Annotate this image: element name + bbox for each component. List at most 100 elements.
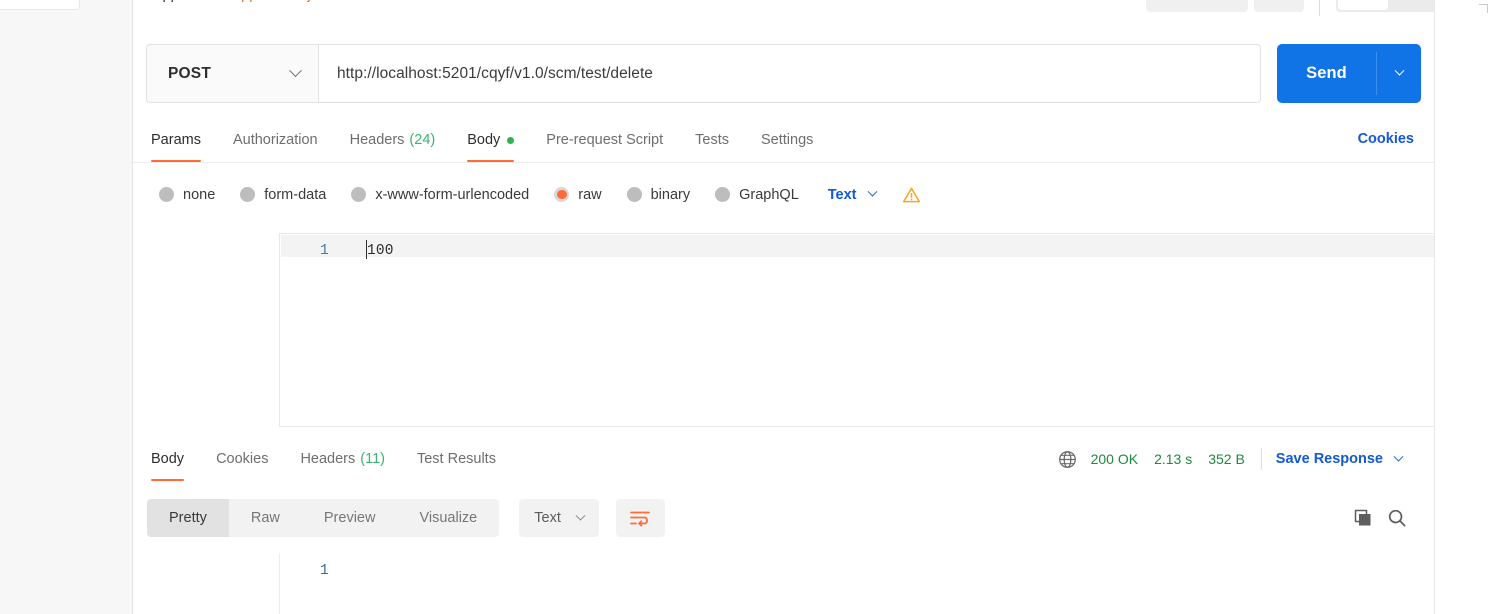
- chevron-down-icon: [867, 186, 877, 197]
- response-body-viewer[interactable]: 1: [279, 553, 1495, 614]
- pencil-icon[interactable]: ✎: [1352, 0, 1365, 2]
- http-method-label: POST: [168, 64, 212, 82]
- save-response-label: Save Response: [1275, 451, 1383, 467]
- search-button[interactable]: [1380, 501, 1414, 535]
- request-tab-bar: Params Authorization Headers (24) Body P…: [133, 118, 1434, 163]
- radio-label: binary: [650, 186, 691, 203]
- radio-icon: [351, 187, 367, 202]
- body-type-none[interactable]: none: [159, 187, 215, 203]
- radio-label: raw: [578, 186, 602, 203]
- postman-window: support/data/application/json ✎ ▾ POST h…: [0, 0, 1495, 614]
- tab-body[interactable]: Body: [451, 118, 530, 162]
- tab-headers[interactable]: Headers (24): [334, 118, 452, 162]
- response-line-number: 1: [320, 563, 329, 579]
- tab-label: Pre-request Script: [546, 132, 664, 148]
- sidebar-stub-item[interactable]: [0, 0, 80, 10]
- tab-label: Body: [151, 451, 185, 467]
- chevron-down-icon: [575, 510, 586, 521]
- response-status-bar: 200 OK 2.13 s 352 B Save Response: [1058, 437, 1414, 481]
- tab-label: Params: [151, 132, 201, 148]
- response-tab-bar: Body Cookies Headers (11) Test Results 2…: [133, 437, 1434, 481]
- tab-count: (11): [360, 451, 385, 467]
- tab-label: Headers: [349, 132, 405, 148]
- send-options-button[interactable]: [1377, 44, 1421, 103]
- response-view-switch: Pretty Raw Preview Visualize: [147, 499, 500, 537]
- corner-marker-icon: [1479, 4, 1488, 13]
- status-divider: [1260, 448, 1262, 470]
- view-raw[interactable]: Raw: [229, 499, 302, 537]
- view-preview[interactable]: Preview: [302, 499, 398, 537]
- response-format-label: Text: [534, 510, 561, 526]
- tab-pre-request-script[interactable]: Pre-request Script: [530, 118, 679, 162]
- editor-line-number: 1: [320, 243, 329, 259]
- toolbar-segment-group[interactable]: ✎ ▾: [1336, 0, 1434, 12]
- body-type-selector: none form-data x-www-form-urlencoded raw…: [133, 172, 1434, 217]
- request-url-bar: POST http://localhost:5201/cqyf/v1.0/scm…: [146, 44, 1421, 104]
- radio-icon: [240, 187, 256, 202]
- response-size: 352 B: [1208, 451, 1245, 467]
- tab-count: (24): [409, 132, 436, 148]
- save-response-button[interactable]: Save Response: [1276, 451, 1414, 467]
- cut-off-text-2: data/: [200, 0, 233, 3]
- editor-content: 100: [367, 243, 394, 259]
- body-type-raw[interactable]: raw: [554, 186, 602, 203]
- cut-off-text-1: support/: [147, 0, 200, 3]
- body-type-form-data[interactable]: form-data: [240, 187, 326, 203]
- tab-params[interactable]: Params: [147, 118, 217, 162]
- search-icon: [1388, 509, 1406, 527]
- view-pretty[interactable]: Pretty: [147, 499, 229, 537]
- cut-off-text-3: application/json: [233, 0, 335, 3]
- radio-label: x-www-form-urlencoded: [375, 186, 530, 203]
- body-format-select[interactable]: Text: [828, 187, 888, 203]
- globe-icon: [1058, 450, 1077, 469]
- response-tab-cookies[interactable]: Cookies: [200, 437, 284, 481]
- tab-label: Settings: [760, 132, 814, 148]
- tab-modified-dot-icon: [507, 136, 515, 144]
- word-wrap-button[interactable]: [615, 499, 665, 537]
- response-format-select[interactable]: Text: [519, 499, 599, 537]
- response-tab-test-results[interactable]: Test Results: [401, 437, 512, 481]
- radio-label: form-data: [264, 186, 327, 203]
- response-actions: [1346, 490, 1414, 546]
- chevron-down-icon: [1393, 451, 1404, 462]
- top-cut-row: support/data/application/json ✎ ▾: [133, 0, 1434, 21]
- tab-tests[interactable]: Tests: [679, 118, 745, 162]
- radio-selected-icon: [554, 187, 570, 202]
- warning-triangle-icon[interactable]: [902, 186, 921, 204]
- tab-settings[interactable]: Settings: [745, 118, 829, 162]
- request-response-panel: support/data/application/json ✎ ▾ POST h…: [133, 0, 1495, 614]
- tab-label: Test Results: [416, 451, 496, 467]
- toolbar-chip-b[interactable]: [1254, 0, 1304, 12]
- body-type-x-www-form-urlencoded[interactable]: x-www-form-urlencoded: [351, 187, 529, 203]
- tab-label: Body: [467, 132, 501, 148]
- chevron-down-icon: [1394, 65, 1404, 76]
- cookies-link[interactable]: Cookies: [1358, 131, 1414, 147]
- response-time: 2.13 s: [1154, 451, 1193, 467]
- toolbar-chip-a[interactable]: [1146, 0, 1248, 12]
- response-view-toolbar: Pretty Raw Preview Visualize Text: [133, 490, 1434, 546]
- view-visualize[interactable]: Visualize: [397, 499, 499, 537]
- body-type-graphql[interactable]: GraphQL: [715, 187, 799, 203]
- send-button[interactable]: Send: [1277, 44, 1376, 103]
- response-tab-headers[interactable]: Headers (11): [284, 437, 401, 481]
- copy-button[interactable]: [1346, 501, 1380, 535]
- url-input[interactable]: http://localhost:5201/cqyf/v1.0/scm/test…: [318, 44, 1261, 103]
- cut-off-breadcrumb: support/data/application/json: [147, 0, 335, 3]
- response-tab-body[interactable]: Body: [147, 437, 200, 481]
- radio-icon: [626, 187, 642, 202]
- radio-icon: [159, 187, 174, 202]
- tab-label: Headers: [300, 451, 356, 467]
- body-type-binary[interactable]: binary: [626, 186, 691, 203]
- copy-icon: [1354, 509, 1371, 526]
- response-tabs: Body Cookies Headers (11) Test Results: [147, 437, 512, 481]
- body-format-label: Text: [827, 186, 857, 203]
- url-input-value: http://localhost:5201/cqyf/v1.0/scm/test…: [337, 64, 653, 82]
- status-code: 200 OK: [1090, 451, 1139, 467]
- right-gutter-panel: [1434, 0, 1495, 614]
- tab-label: Authorization: [232, 132, 318, 148]
- request-body-editor[interactable]: 1 100: [279, 233, 1495, 427]
- http-method-select[interactable]: POST: [146, 44, 318, 103]
- tab-authorization[interactable]: Authorization: [217, 118, 334, 162]
- chevron-down-icon[interactable]: ▾: [1406, 0, 1413, 1]
- radio-label: none: [183, 186, 216, 203]
